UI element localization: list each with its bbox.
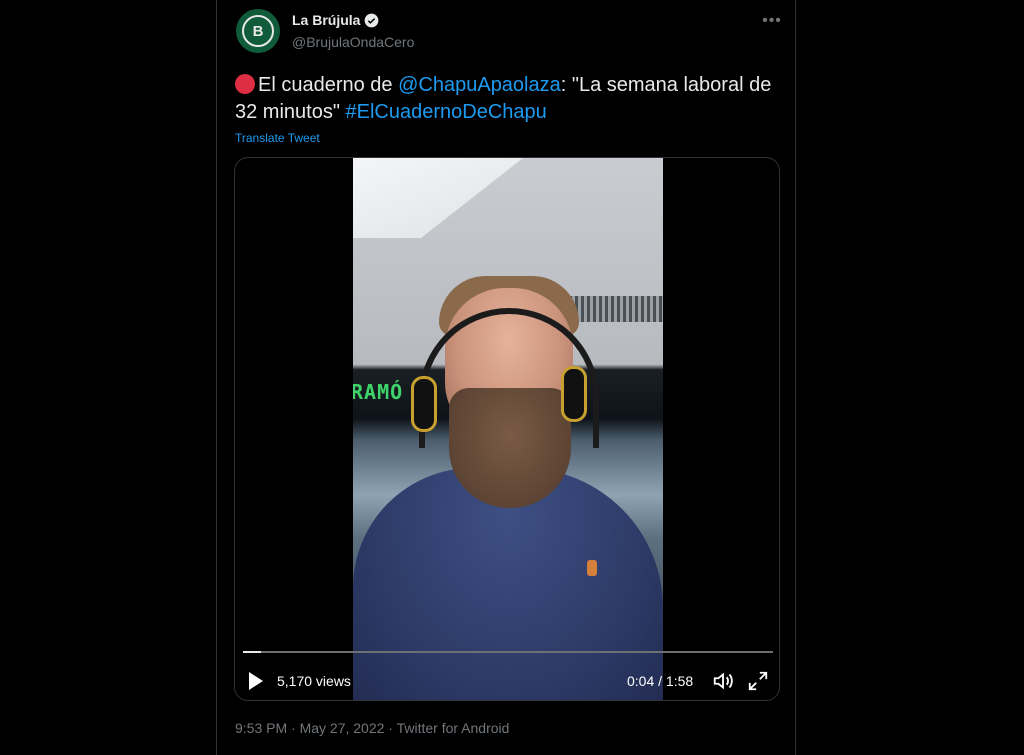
playback-time: 0:04 / 1:58 [627,673,694,689]
ceiling-light [353,158,523,238]
shirt-logo [587,560,597,576]
user-handle[interactable]: @BrujulaOndaCero [292,34,414,50]
video-frame[interactable]: RAMÓ [353,158,663,700]
video-controls: 5,170 views 0:04 / 1:58 [235,664,779,698]
verified-badge-icon [365,13,379,27]
display-name[interactable]: La Brújula [292,12,360,28]
progress-track[interactable] [243,651,773,653]
progress-fill [243,651,261,653]
video-player[interactable]: RAMÓ 5,170 views 0:04 / 1:58 [234,157,780,701]
volume-icon[interactable] [711,670,735,692]
headphone-left [411,376,437,432]
red-circle-icon [235,74,255,94]
studio-sign: RAMÓ [353,380,404,404]
more-horizontal-icon[interactable]: ••• [760,12,784,32]
headphone-right [561,366,587,422]
translate-tweet-link[interactable]: Translate Tweet [235,131,320,145]
author-name-row[interactable]: La Brújula [292,12,379,28]
tweet-timestamp[interactable]: 9:53 PM · May 27, 2022 · Twitter for And… [235,720,509,736]
avatar-logo: B [242,15,274,47]
hashtag-link[interactable]: #ElCuadernoDeChapu [346,101,547,123]
avatar[interactable]: B [236,9,280,53]
play-icon[interactable] [249,672,263,690]
tweet-text: El cuaderno de @ChapuApaolaza: "La seman… [235,72,775,126]
tweet-text-before: El cuaderno de [258,74,399,96]
view-count: 5,170 views [277,673,351,689]
mention-link[interactable]: @ChapuApaolaza [398,74,561,96]
fullscreen-icon[interactable] [747,670,769,692]
